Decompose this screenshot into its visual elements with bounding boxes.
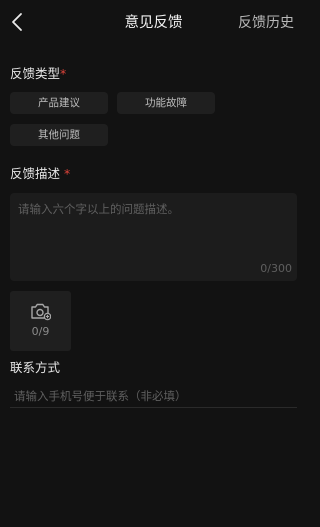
upload-counter: 0/9	[31, 325, 50, 338]
required-mark: *	[63, 166, 71, 181]
feedback-type-label-text: 反馈类型	[10, 66, 61, 81]
chip-product-suggestion[interactable]: 产品建议	[10, 92, 108, 114]
feedback-desc-label-text: 反馈描述	[10, 166, 64, 181]
chip-other-issue[interactable]: 其他问题	[10, 124, 108, 146]
chip-function-fault[interactable]: 功能故障	[117, 92, 215, 114]
nav-bar: 意见反馈 反馈历史	[0, 0, 307, 44]
feedback-description-textarea[interactable]: 请输入六个字以上的问题描述。 0/300	[10, 193, 297, 281]
contact-phone-input[interactable]	[10, 384, 297, 408]
description-placeholder: 请输入六个字以上的问题描述。	[18, 202, 179, 216]
camera-add-icon	[31, 303, 51, 321]
character-counter: 0/300	[260, 262, 292, 275]
feedback-desc-label: 反馈描述 *	[10, 166, 70, 182]
required-mark: *	[60, 66, 67, 81]
feedback-history-link[interactable]: 反馈历史	[238, 13, 294, 33]
contact-label: 联系方式	[10, 360, 61, 375]
image-upload-button[interactable]: 0/9	[10, 291, 71, 351]
feedback-type-label: 反馈类型*	[10, 66, 66, 82]
